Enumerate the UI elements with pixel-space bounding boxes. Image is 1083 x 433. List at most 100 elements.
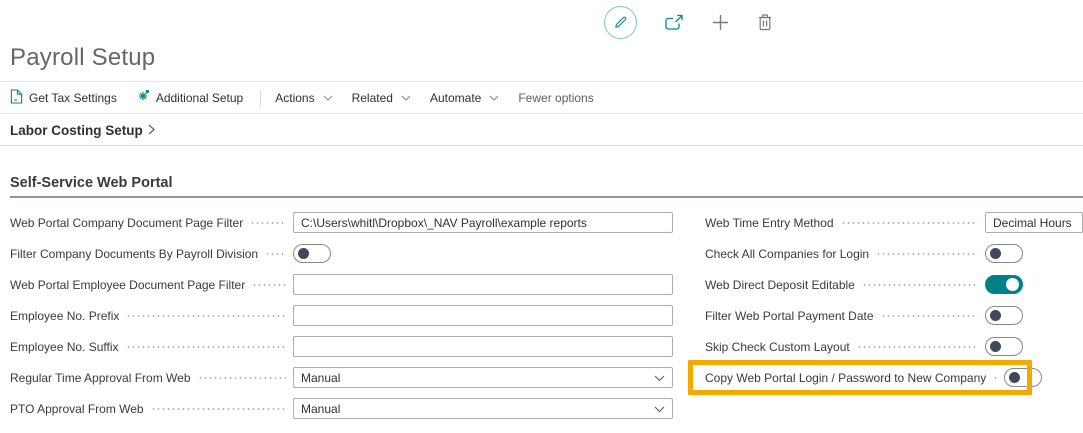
page-title: Payroll Setup [10,44,1083,72]
action-bar: Get Tax Settings Additional Setup Action… [0,82,1083,114]
field-row-employee-no-suffix: Employee No. Suffix [10,336,673,357]
share-icon[interactable] [664,14,684,31]
field-label: Employee No. Suffix [10,340,119,354]
filter-web-portal-payment-date-toggle[interactable] [985,306,1023,325]
action-bar-separator [260,90,261,106]
dotted-leader [250,218,286,228]
field-label: Copy Web Portal Login / Password to New … [705,371,986,385]
web-portal-company-document-page-filter-input[interactable] [293,212,673,233]
control-slot [293,305,673,326]
field-row-web-portal-employee-document-page-filter: Web Portal Employee Document Page Filter [10,274,673,295]
dotted-leader [876,249,978,259]
chevron-down-icon [401,95,411,101]
control-slot [293,274,673,295]
get-tax-settings-button[interactable]: Get Tax Settings [10,89,117,107]
control-slot: Manual [293,398,673,419]
actions-menu[interactable]: Actions [275,91,332,105]
section-title: Self-Service Web Portal [10,175,1083,198]
field-row-web-time-entry-method: Web Time Entry Method [705,212,1083,233]
web-time-entry-method-input[interactable] [985,212,1083,233]
chevron-down-icon [654,375,665,382]
new-plus-icon[interactable] [711,13,730,32]
additional-setup-button[interactable]: Additional Setup [136,89,243,106]
regular-time-approval-from-web-select[interactable]: Manual [293,367,673,388]
field-row-regular-time-approval-from-web: Regular Time Approval From Web Manual [10,367,673,388]
automate-menu[interactable]: Automate [430,91,499,105]
chevron-down-icon [489,95,499,101]
copy-web-portal-login-password-to-new-company-toggle[interactable] [1004,368,1042,387]
fields-column-left: Web Portal Company Document Page Filter F… [10,212,673,429]
field-label: Employee No. Prefix [10,309,119,323]
control-slot [293,244,673,263]
field-row-web-direct-deposit-editable: Web Direct Deposit Editable [705,274,1083,295]
field-label: Regular Time Approval From Web [10,371,191,385]
employee-no-prefix-input[interactable] [293,305,673,326]
check-all-companies-for-login-toggle[interactable] [985,244,1023,263]
field-row-skip-check-custom-layout: Skip Check Custom Layout [705,336,1083,357]
field-label: Check All Companies for Login [705,247,869,261]
dotted-leader [151,404,286,414]
payroll-setup-page: Payroll Setup Get Tax Settings Additiona… [0,0,1083,433]
chevron-down-icon [323,95,333,101]
chevron-down-icon [654,406,665,413]
related-menu[interactable]: Related [352,91,411,105]
dotted-leader [993,373,997,383]
edit-pencil-icon[interactable] [604,6,637,39]
control-slot [985,306,1083,325]
filter-company-documents-by-payroll-division-toggle[interactable] [293,244,331,263]
top-toolbar [0,0,1083,44]
fields-grid: Web Portal Company Document Page Filter F… [10,212,1083,429]
field-row-filter-web-portal-payment-date: Filter Web Portal Payment Date [705,305,1083,326]
field-label: Skip Check Custom Layout [705,340,850,354]
document-icon [10,89,23,107]
pto-approval-from-web-select[interactable]: Manual [293,398,673,419]
dotted-leader [857,342,978,352]
toggle-knob [1009,372,1020,383]
toggle-knob [1006,278,1019,291]
labor-costing-setup-link[interactable]: Labor Costing Setup [0,114,1083,146]
toggle-knob [990,310,1001,321]
field-label: Filter Web Portal Payment Date [705,309,874,323]
field-label: Web Portal Company Document Page Filter [10,216,243,230]
control-slot [985,337,1083,356]
field-row-copy-web-portal-login-password-to-new-company: Copy Web Portal Login / Password to New … [705,367,1083,388]
action-label: Additional Setup [156,91,243,105]
field-label: Web Time Entry Method [705,216,834,230]
action-label: Get Tax Settings [29,91,117,105]
field-row-check-all-companies-for-login: Check All Companies for Login [705,243,1083,264]
dotted-leader [126,342,287,352]
web-portal-employee-document-page-filter-input[interactable] [293,274,673,295]
control-slot [985,212,1083,233]
field-row-filter-company-documents-by-payroll-division: Filter Company Documents By Payroll Divi… [10,243,673,264]
menu-label: Automate [430,91,481,105]
employee-no-suffix-input[interactable] [293,336,673,357]
field-row-pto-approval-from-web: PTO Approval From WebManual [10,398,673,419]
field-label: Web Direct Deposit Editable [705,278,855,292]
dotted-leader [862,280,978,290]
control-slot [985,244,1083,263]
part-label: Labor Costing Setup [10,123,143,138]
toggle-knob [298,248,309,259]
chevron-right-icon [148,123,155,138]
fields-column-right: Web Time Entry Method Check All Companies… [705,212,1083,429]
dotted-leader [126,311,286,321]
setup-sparkle-icon [136,89,150,106]
control-slot [985,275,1083,294]
dotted-leader [881,311,978,321]
fewer-options-button[interactable]: Fewer options [518,91,593,105]
control-slot [293,212,673,233]
field-row-web-portal-company-document-page-filter: Web Portal Company Document Page Filter [10,212,673,233]
control-slot [1004,368,1083,387]
skip-check-custom-layout-toggle[interactable] [985,337,1023,356]
dotted-leader [265,249,286,259]
toggle-knob [990,341,1001,352]
field-row-employee-no-prefix: Employee No. Prefix [10,305,673,326]
control-slot [293,336,673,357]
menu-label: Actions [275,91,314,105]
self-service-web-portal-section: Self-Service Web Portal Web Portal Compa… [0,146,1083,429]
web-direct-deposit-editable-toggle[interactable] [985,275,1023,294]
delete-trash-icon[interactable] [757,13,773,31]
dotted-leader [252,280,286,290]
control-slot: Manual [293,367,673,388]
dotted-leader [841,218,979,228]
